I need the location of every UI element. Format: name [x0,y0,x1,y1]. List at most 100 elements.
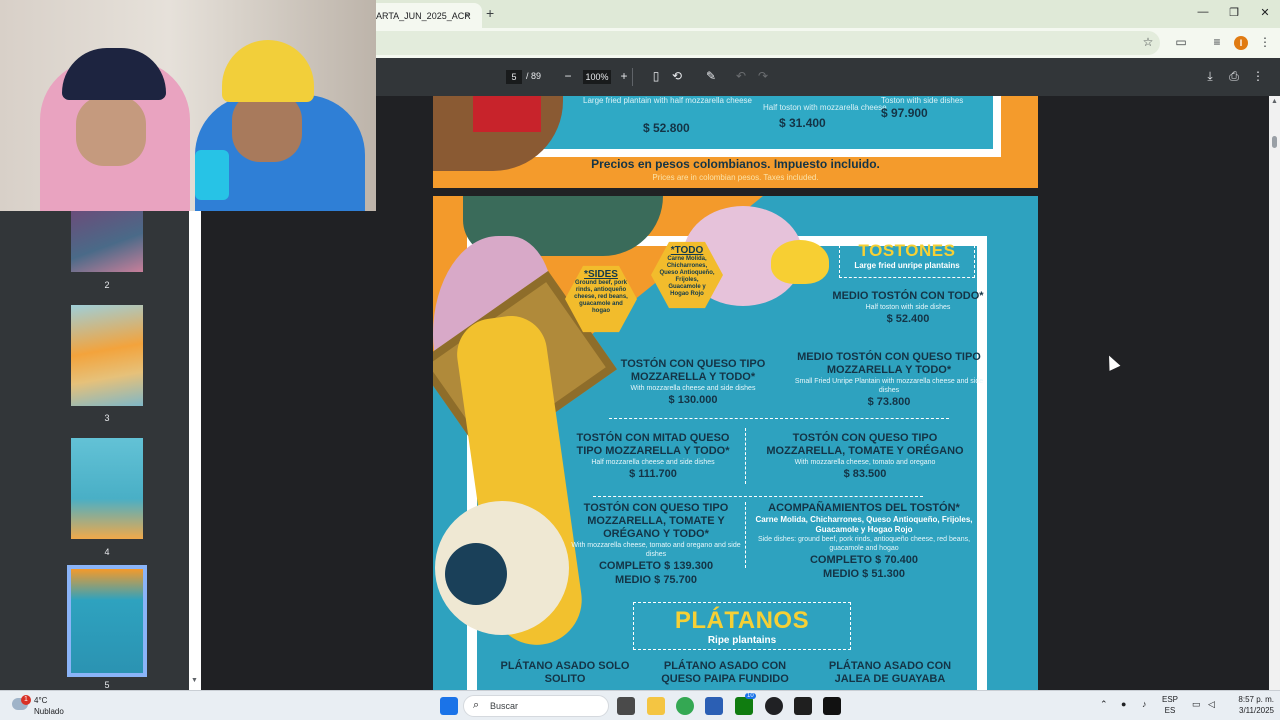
thumbnail-page-4[interactable]: 4 [71,438,143,557]
menu-item-description: With mozzarella cheese, tomato and orega… [571,542,741,558]
webcam-person-right-face [232,92,302,162]
menu-item-description: With mozzarella cheese and side dishes [630,385,756,392]
media-controls-icon[interactable]: ≡ [1209,35,1225,49]
thumbnail-page-2[interactable]: 2 [71,211,143,290]
rotate-icon[interactable]: ⟲ [669,69,685,83]
thumbnail-page-5[interactable]: 5 [67,565,147,690]
language-bottom: ES [1164,706,1176,715]
menu-item-description: Half mozzarella cheese and side dishes [591,459,715,466]
menu-item-name: TOSTÓN CON QUESO TIPO MOZZARELLA Y TODO* [620,358,766,383]
sidebar-scroll-down-icon[interactable]: ▼ [191,677,198,684]
taskbar-search[interactable]: ⌕ Buscar [463,695,609,717]
section-title: TOSTONES [858,241,956,260]
item-description: Half toston with mozzarella cheese [763,103,887,112]
pearl-ball-illustration [435,501,569,635]
menu-item: MEDIO TOSTÓN CON TODO* Half toston with … [803,290,1013,326]
language-indicator[interactable]: ESP ES [1162,694,1178,716]
sidebar-document-edge [189,211,201,690]
tab-title: ARTA_JUN_2025_ACR [376,11,471,21]
app-icon[interactable] [794,697,812,715]
xbox-icon[interactable] [735,697,753,715]
file-explorer-icon[interactable] [647,697,665,715]
notification-badge: 1 [21,695,31,705]
scrollbar-thumb[interactable] [1272,136,1277,148]
webcam-person-left-face [76,96,146,166]
section-title-tostones: TOSTONES Large fried unripe plantains [839,240,975,278]
task-view-icon[interactable] [617,697,635,715]
butterfly-illustration [771,240,829,284]
tab-close-icon[interactable]: × [464,10,470,22]
security-icon[interactable]: ● [1121,699,1126,709]
fit-page-icon[interactable]: ▯ [648,69,664,83]
thumbnail-number: 2 [104,280,110,290]
show-hidden-icons-chevron-up-icon[interactable]: ⌃ [1100,699,1108,710]
thumbnail-number: 3 [104,413,110,423]
price-note: Precios en pesos colombianos. Impuesto i… [591,157,880,171]
profile-avatar[interactable]: I [1234,36,1248,50]
thumbnail-number: 5 [104,680,110,690]
menu-item: PLÁTANO ASADO CON JALEA DE GUAYABA [815,660,965,686]
obs-icon[interactable] [765,697,783,715]
zoom-in-button[interactable]: + [616,69,632,83]
page-number-input[interactable]: 5 [506,70,522,84]
pdf-toolbar: 5 / 89 − 100% + ▯ ⟲ ✎ ↶ ↷ ⤓ ⎙ ⋮ [376,58,1280,96]
tab-strip: ARTA_JUN_2025_ACR × + — ❐ ✕ [376,0,1280,28]
menu-item-price-complete: COMPLETO $ 139.300 [598,560,714,572]
volume-icon[interactable]: ◁ [1208,699,1215,710]
microphone-icon[interactable]: ♪ [1142,699,1147,709]
scroll-up-icon[interactable]: ▲ [1271,98,1278,105]
restore-button[interactable]: ❐ [1225,6,1243,19]
cast-icon[interactable]: ▭ [1173,35,1189,49]
item-price: $ 31.400 [779,116,826,130]
undo-icon[interactable]: ↶ [733,69,749,83]
bookmark-star-icon[interactable]: ☆ [1140,35,1156,49]
minimize-button[interactable]: — [1194,6,1212,18]
weather-description: Nublado [34,707,64,716]
section-title: PLÁTANOS [674,607,810,634]
menu-item-name: TOSTÓN CON MITAD QUESO TIPO MOZZARELLA Y… [576,432,730,457]
document-scrollbar[interactable]: ▲ [1269,96,1280,690]
item-price: $ 97.900 [881,106,928,120]
weather-widget[interactable]: 1 4°C Nublado [12,694,82,718]
address-bar[interactable] [376,31,1160,55]
menu-item-name: PLÁTANO ASADO CON JALEA DE GUAYABA [828,660,952,685]
redo-icon[interactable]: ↷ [755,69,771,83]
menu-item: ACOMPAÑAMIENTOS DEL TOSTÓN* Carne Molida… [753,502,975,581]
menu-item: TOSTÓN CON MITAD QUESO TIPO MOZZARELLA Y… [563,432,743,481]
item-description: Large fried plantain with half mozzarell… [583,96,752,105]
menu-item-price: $ 111.700 [629,468,677,480]
menu-item-price: $ 73.800 [867,396,911,408]
page-total: / 89 [526,71,542,81]
thumbnail-page-3[interactable]: 3 [71,305,143,423]
taskbar: 1 4°C Nublado ⌕ Buscar 10 ⌃ ● ♪ ESP ES ▭… [0,690,1280,720]
section-title-platanos: PLÁTANOS Ripe plantains [633,602,851,650]
webcam-overlay [0,0,376,211]
browser-menu-icon[interactable]: ⋮ [1257,35,1273,49]
chrome-icon[interactable] [676,697,694,715]
app-icon[interactable] [823,697,841,715]
tab-active[interactable]: ARTA_JUN_2025_ACR × [376,3,482,28]
clock-date: 3/11/2025 [1239,706,1274,715]
menu-item-name: PLÁTANO ASADO CON QUESO PAIPA FUNDIDO [661,660,789,685]
system-clock[interactable]: 8:57 p. m. 3/11/2025 [1222,694,1274,716]
more-options-icon[interactable]: ⋮ [1250,69,1266,83]
thumbnail-number: 4 [104,547,110,557]
menu-item-description: Small Fried Unripe Plantain with mozzare… [794,378,984,394]
menu-item-name: TOSTÓN CON QUESO TIPO MOZZARELLA, TOMATE… [766,432,964,457]
annotate-icon[interactable]: ✎ [703,69,719,83]
menu-item-name: PLÁTANO ASADO SOLO SOLITO [500,660,630,685]
new-tab-button[interactable]: + [486,5,494,21]
badge-description: Ground beef, pork rinds, antioqueño chee… [574,280,628,314]
download-icon[interactable]: ⤓ [1202,69,1218,84]
menu-item: MEDIO TOSTÓN CON QUESO TIPO MOZZARELLA Y… [789,351,989,409]
zoom-out-button[interactable]: − [560,69,576,83]
zoom-input[interactable]: 100% [583,70,611,84]
windows-start-icon[interactable] [440,697,458,715]
close-window-button[interactable]: ✕ [1256,6,1274,19]
menu-item-price-half: MEDIO $ 51.300 [823,568,905,580]
search-icon: ⌕ [473,699,480,711]
network-icon[interactable]: ▭ [1192,699,1201,710]
menu-item: TOSTÓN CON QUESO TIPO MOZZARELLA, TOMATE… [755,432,975,481]
store-icon[interactable] [705,697,723,715]
print-icon[interactable]: ⎙ [1226,69,1242,84]
